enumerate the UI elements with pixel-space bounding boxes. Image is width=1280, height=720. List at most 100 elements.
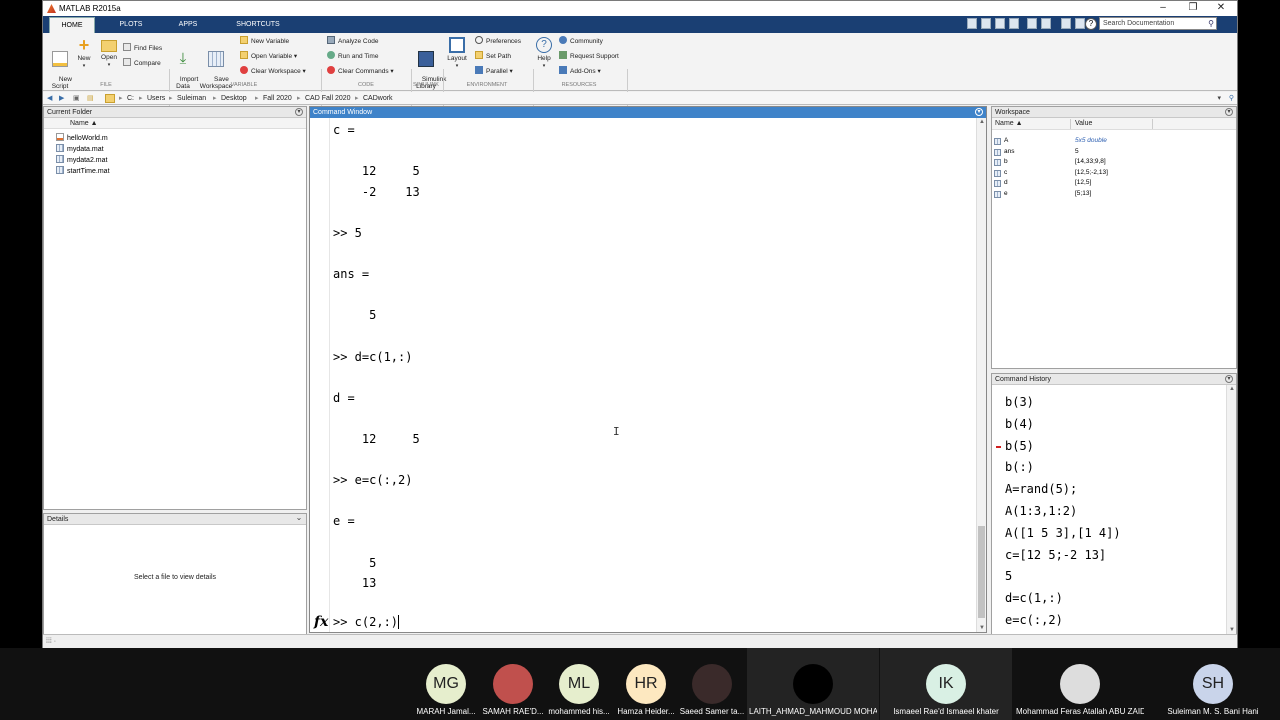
browse-folder-icon[interactable]: ▤ (87, 92, 94, 105)
history-item[interactable]: c=[12 5;-2 13] (1005, 548, 1106, 562)
workspace-variable-row[interactable]: d [12,5] (992, 178, 1236, 189)
community-button[interactable]: Community (559, 36, 603, 47)
scroll-down-arrow-icon[interactable]: ▼ (979, 625, 985, 631)
scroll-down-arrow-icon[interactable]: ▼ (1229, 627, 1235, 633)
close-button[interactable]: ✕ (1207, 1, 1235, 16)
breadcrumb-cad-fall-2020[interactable]: CAD Fall 2020 (305, 92, 351, 105)
history-item[interactable]: d=c(1,:) (1005, 591, 1063, 605)
quick-access-redo-icon[interactable] (1041, 18, 1051, 29)
quick-access-save-icon[interactable] (967, 18, 977, 29)
breadcrumb-users[interactable]: Users (147, 92, 165, 105)
workspace-value-column[interactable]: Value (1075, 118, 1092, 130)
compare-button[interactable]: Compare (123, 58, 161, 69)
analyze-code-button[interactable]: Analyze Code (327, 36, 378, 47)
preferences-button[interactable]: Preferences (475, 36, 521, 47)
layout-button[interactable]: Layout ▾ (445, 37, 469, 70)
scroll-up-arrow-icon[interactable]: ▲ (1229, 386, 1235, 392)
restore-button[interactable]: ❐ (1179, 1, 1207, 16)
history-item[interactable]: A=rand(5); (1005, 482, 1077, 496)
save-workspace-button[interactable]: Save Workspace (199, 37, 233, 97)
command-prompt-input[interactable]: >> c(2,:) (333, 615, 400, 629)
quick-access-cut-icon[interactable] (981, 18, 991, 29)
participant-tile[interactable]: SH Suleiman M. S. Bani Hani (1147, 648, 1279, 720)
workspace-name-column[interactable]: Name ▲ (995, 118, 1023, 130)
function-browser-icon[interactable]: fx (314, 614, 328, 630)
workspace-variable-row[interactable]: e [5;13] (992, 189, 1236, 200)
workspace-variable-row[interactable]: c [12,5;-2,13] (992, 168, 1236, 179)
quick-access-switch-windows-icon[interactable] (1061, 18, 1071, 29)
participant-tile[interactable]: IK Ismaeel Rae'd Ismaeel khater (880, 648, 1012, 720)
history-item[interactable]: b(5) (1005, 439, 1034, 453)
set-path-button[interactable]: Set Path (475, 51, 511, 62)
breadcrumb-suleiman[interactable]: Suleiman (177, 92, 206, 105)
quick-access-undo-icon[interactable] (1027, 18, 1037, 29)
file-item[interactable]: mydata.mat (56, 144, 104, 154)
scroll-up-arrow-icon[interactable]: ▲ (979, 119, 985, 125)
panel-menu-icon[interactable]: ▾ (1225, 108, 1233, 116)
panel-menu-icon[interactable]: ▾ (975, 108, 983, 116)
new-button[interactable]: + New ▾ (73, 36, 95, 70)
breadcrumb-c[interactable]: C: (127, 92, 134, 105)
add-ons-button[interactable]: Add-Ons ▾ (559, 66, 601, 77)
breadcrumb-cadwork[interactable]: CADwork (363, 92, 393, 105)
history-item[interactable]: e=c(:,2) (1005, 613, 1063, 627)
history-item[interactable]: b(4) (1005, 417, 1034, 431)
forward-arrow-icon[interactable]: ▶ (59, 92, 64, 105)
file-item[interactable]: startTime.mat (56, 166, 110, 176)
scrollbar-thumb[interactable] (978, 526, 985, 618)
participant-tile[interactable]: Mohammad Feras Atallah ABU ZAID (1014, 648, 1146, 720)
workspace-variable-row[interactable]: ans 5 (992, 147, 1236, 158)
request-support-button[interactable]: Request Support (559, 51, 619, 62)
workspace-variable-row[interactable]: A 5x5 double (992, 136, 1236, 147)
command-output-line: 5 (333, 555, 377, 570)
file-item[interactable]: helloWorld.m (56, 133, 108, 143)
clear-commands-button[interactable]: Clear Commands ▾ (327, 66, 394, 77)
new-script-button[interactable]: New Script (47, 37, 73, 97)
import-data-button[interactable]: ⤓ Import Data (169, 37, 198, 97)
ribbon-tab-row: HOME PLOTS APPS SHORTCUTS ? Search Docum… (43, 16, 1237, 33)
help-icon[interactable]: ? (1085, 18, 1097, 30)
parallel-icon (475, 66, 483, 74)
quick-access-copy-icon[interactable] (995, 18, 1005, 29)
history-item[interactable]: A(1:3,1:2) (1005, 504, 1077, 518)
name-column-header[interactable]: Name ▲ (44, 118, 306, 129)
open-button[interactable]: Open ▾ (97, 37, 121, 69)
tab-home[interactable]: HOME (49, 17, 95, 33)
run-and-time-button[interactable]: Run and Time (327, 51, 378, 62)
search-folder-icon[interactable]: ⚲ (1229, 92, 1234, 105)
open-variable-button[interactable]: Open Variable ▾ (240, 51, 297, 62)
participant-tile[interactable]: LAITH_AHMAD_MAHMOUD MOHA... (747, 648, 879, 720)
workspace-variable-row[interactable]: b [14,33;9,8] (992, 157, 1236, 168)
search-icon[interactable]: ⚲ (1208, 18, 1214, 29)
command-window[interactable]: Command Window ▾ c = 12 5 -2 13 >> 5 ans =… (309, 106, 987, 633)
simulink-library-button[interactable]: Simulink Library (411, 37, 446, 97)
history-item[interactable]: b(3) (1005, 395, 1034, 409)
tab-plots[interactable]: PLOTS (105, 17, 157, 33)
history-item[interactable]: 5 (1005, 569, 1012, 583)
new-variable-button[interactable]: New Variable (240, 36, 289, 47)
title-bar: MATLAB R2015a – ❐ ✕ (43, 1, 1237, 16)
collapse-chevron-icon[interactable]: ⌄ (295, 514, 303, 523)
quick-access-customize-icon[interactable] (1075, 18, 1085, 29)
clear-workspace-button[interactable]: Clear Workspace ▾ (240, 66, 306, 77)
search-documentation-input[interactable]: Search Documentation ⚲ (1099, 17, 1217, 30)
breadcrumb-desktop[interactable]: Desktop (221, 92, 247, 105)
address-dropdown-icon[interactable]: ▾ (1217, 92, 1221, 105)
tab-apps[interactable]: APPS (167, 17, 209, 33)
file-item[interactable]: mydata2.mat (56, 155, 107, 165)
help-button[interactable]: ? Help ▾ (533, 37, 555, 70)
history-item[interactable]: b(:) (1005, 460, 1034, 474)
tab-shortcuts[interactable]: SHORTCUTS (221, 17, 295, 33)
back-arrow-icon[interactable]: ◀ (47, 92, 52, 105)
breadcrumb-fall-2020[interactable]: Fall 2020 (263, 92, 292, 105)
up-folder-icon[interactable]: ▣ (73, 92, 80, 105)
find-files-button[interactable]: Find Files (123, 43, 162, 54)
quick-access-paste-icon[interactable] (1009, 18, 1019, 29)
panel-menu-icon[interactable]: ▾ (295, 108, 303, 116)
command-window-scrollbar[interactable]: ▲ ▼ (976, 118, 986, 632)
panel-menu-icon[interactable]: ▾ (1225, 375, 1233, 383)
history-scrollbar[interactable]: ▲ ▼ (1226, 385, 1236, 634)
parallel-button[interactable]: Parallel ▾ (475, 66, 513, 77)
minimize-button[interactable]: – (1149, 1, 1177, 16)
history-item[interactable]: A([1 5 3],[1 4]) (1005, 526, 1121, 540)
